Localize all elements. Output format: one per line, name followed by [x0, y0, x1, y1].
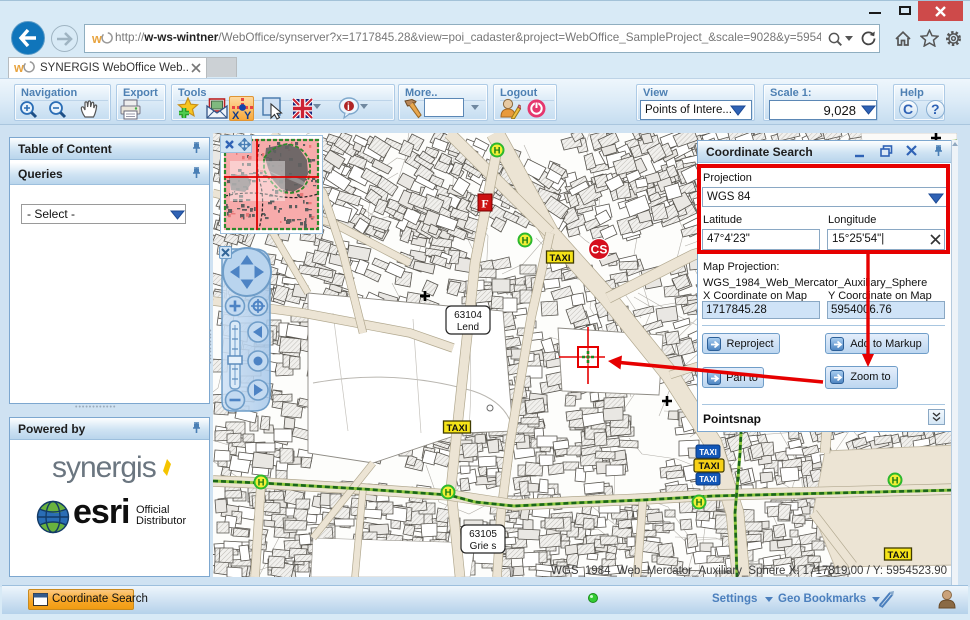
svg-text:H: H	[892, 476, 899, 487]
svg-text:TAXI: TAXI	[699, 475, 717, 484]
svg-text:F: F	[481, 197, 488, 211]
svg-text:Lend: Lend	[457, 322, 479, 333]
svg-text:TAXI: TAXI	[888, 550, 909, 561]
svg-text:WGS_1984_Web_Mercator_Auxiliar: WGS_1984_Web_Mercator_Auxiliary_Sphere X…	[551, 565, 947, 577]
svg-text:X: X	[232, 110, 240, 120]
svg-text:H: H	[494, 146, 501, 157]
svg-text:i: i	[347, 102, 350, 113]
svg-text:63104: 63104	[454, 310, 482, 321]
svg-text:TAXI: TAXI	[447, 423, 468, 434]
svg-text:TAXI: TAXI	[550, 253, 571, 264]
svg-text:63105: 63105	[469, 529, 497, 540]
svg-text:H: H	[258, 478, 265, 489]
svg-text:Grie s: Grie s	[470, 541, 497, 552]
svg-text:CS: CS	[591, 243, 608, 257]
svg-text:w: w	[14, 61, 24, 75]
svg-text:H: H	[445, 488, 452, 499]
svg-text:TAXI: TAXI	[699, 448, 717, 457]
svg-text:w: w	[92, 32, 102, 46]
svg-text:TAXI: TAXI	[699, 461, 720, 472]
svg-text:H: H	[696, 498, 703, 509]
svg-text:Y: Y	[244, 110, 252, 120]
svg-text:H: H	[522, 236, 529, 247]
